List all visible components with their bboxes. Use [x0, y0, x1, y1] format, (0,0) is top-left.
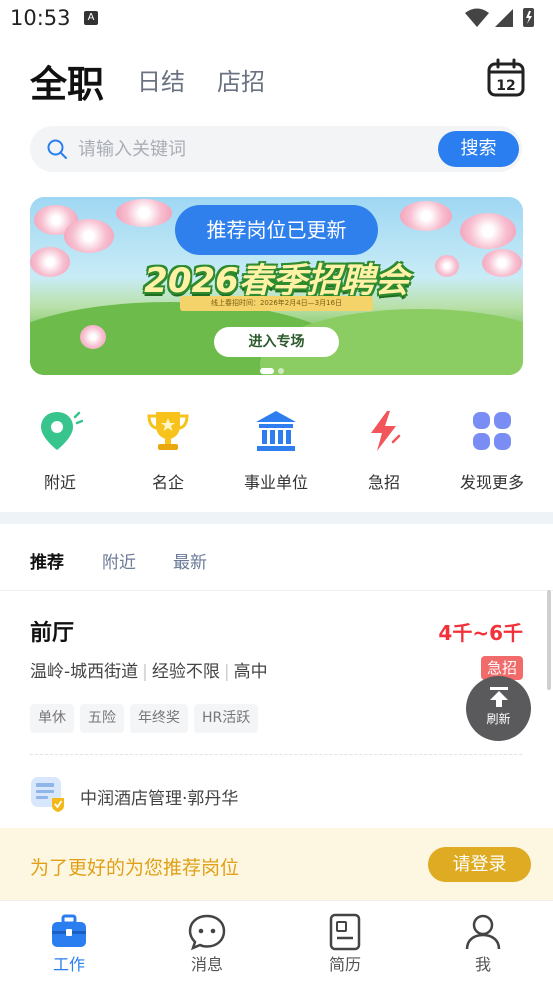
login-prompt: 为了更好的为您推荐岗位 请登录: [0, 828, 553, 900]
grid-more-icon: [473, 412, 511, 450]
quick-item-nearby[interactable]: 附近: [10, 408, 110, 498]
banner-enter-button[interactable]: 进入专场: [214, 327, 339, 357]
nav-label: 消息: [190, 955, 223, 974]
dashed-divider: [30, 754, 522, 755]
quick-label: 名企: [151, 473, 184, 492]
bottom-nav: 工作 消息 简历 我: [0, 900, 553, 984]
blossom-decoration: [460, 213, 516, 249]
blossom-decoration: [64, 219, 114, 253]
tab-nearby[interactable]: 附近: [102, 548, 136, 573]
status-icons: [465, 8, 534, 27]
job-location: 温岭-城西街道: [30, 662, 139, 682]
status-time: 10:53: [10, 6, 71, 30]
login-button[interactable]: 请登录: [428, 847, 531, 882]
refresh-label: 刷新: [486, 712, 511, 726]
section-divider: [0, 512, 553, 524]
calendar-icon[interactable]: 12: [487, 58, 525, 98]
banner-dates: 线上春招时间：2026年2月4日—3月16日: [180, 296, 373, 311]
chat-icon: [188, 914, 226, 951]
lightning-icon: [371, 411, 401, 451]
resume-icon: [329, 913, 361, 951]
job-tag: 单休: [30, 704, 74, 733]
search-bar: 搜索: [30, 126, 522, 172]
top-tabs: 全职 日结 店招 12: [0, 50, 553, 110]
banner-indicator: [260, 359, 300, 374]
company-name: 中润酒店管理·郭丹华: [80, 789, 239, 809]
nav-resume[interactable]: 简历: [305, 913, 385, 975]
quick-item-public-sector[interactable]: 事业单位: [226, 408, 326, 498]
job-tag: 五险: [80, 704, 124, 733]
location-pin-icon: [41, 411, 83, 450]
search-button[interactable]: 搜索: [438, 131, 519, 167]
briefcase-icon: [52, 914, 86, 947]
quick-label: 事业单位: [243, 473, 308, 492]
scrollbar[interactable]: [547, 590, 551, 690]
nav-messages[interactable]: 消息: [167, 913, 247, 975]
promo-banner[interactable]: 推荐岗位已更新 2026春季招聘会 线上春招时间：2026年2月4日—3月16日…: [30, 197, 523, 375]
feed-tabs: 推荐 附近 最新: [0, 540, 553, 580]
search-icon: [47, 139, 67, 159]
trophy-icon: [147, 412, 189, 450]
tab-store[interactable]: 店招: [217, 62, 265, 97]
nav-label: 我: [474, 955, 491, 974]
blossom-decoration: [400, 201, 452, 231]
quick-item-more[interactable]: 发现更多: [442, 408, 542, 498]
nav-me[interactable]: 我: [443, 913, 523, 975]
job-title: 前厅: [30, 621, 75, 646]
blossom-decoration: [80, 325, 106, 349]
status-bar: 10:53 A: [0, 0, 553, 38]
job-education: 高中: [233, 662, 268, 682]
user-icon: [465, 914, 501, 950]
tab-fulltime[interactable]: 全职: [30, 54, 104, 108]
tab-latest[interactable]: 最新: [173, 548, 207, 573]
divider: [0, 590, 553, 591]
refresh-button[interactable]: 刷新: [466, 676, 531, 741]
job-tags: 单休 五险 年终奖 HR活跃: [30, 704, 264, 734]
job-tag: HR活跃: [194, 704, 259, 733]
nav-label: 简历: [328, 955, 361, 974]
company-logo-icon: [31, 777, 64, 812]
government-building-icon: [256, 411, 296, 451]
quick-label: 附近: [43, 473, 76, 492]
wifi-icon: [465, 8, 489, 27]
calendar-day: 12: [496, 78, 515, 94]
banner-title: 2026春季招聘会: [144, 261, 409, 301]
quick-item-famous[interactable]: 名企: [118, 408, 218, 498]
job-salary: 4千~6千: [438, 621, 523, 645]
quick-entries: 附近 名企 事业单位 急招 发现更多: [0, 408, 553, 498]
notification-a-icon: A: [84, 11, 98, 25]
nav-work[interactable]: 工作: [29, 913, 109, 975]
search-input[interactable]: [78, 126, 408, 172]
quick-item-urgent[interactable]: 急招: [334, 408, 434, 498]
tab-recommend[interactable]: 推荐: [30, 548, 64, 573]
quick-label: 急招: [367, 473, 400, 492]
job-meta: 温岭-城西街道 | 经验不限 | 高中: [30, 662, 268, 682]
job-tag: 年终奖: [130, 704, 188, 733]
banner-recommend-pill: 推荐岗位已更新: [175, 205, 378, 255]
job-experience: 经验不限: [151, 662, 220, 682]
arrow-up-icon: [489, 687, 508, 707]
signal-icon: [495, 9, 513, 27]
quick-label: 发现更多: [459, 473, 524, 492]
nav-label: 工作: [52, 955, 85, 974]
blossom-decoration: [116, 199, 172, 227]
tab-daily[interactable]: 日结: [137, 62, 185, 97]
login-prompt-text: 为了更好的为您推荐岗位: [30, 857, 240, 879]
